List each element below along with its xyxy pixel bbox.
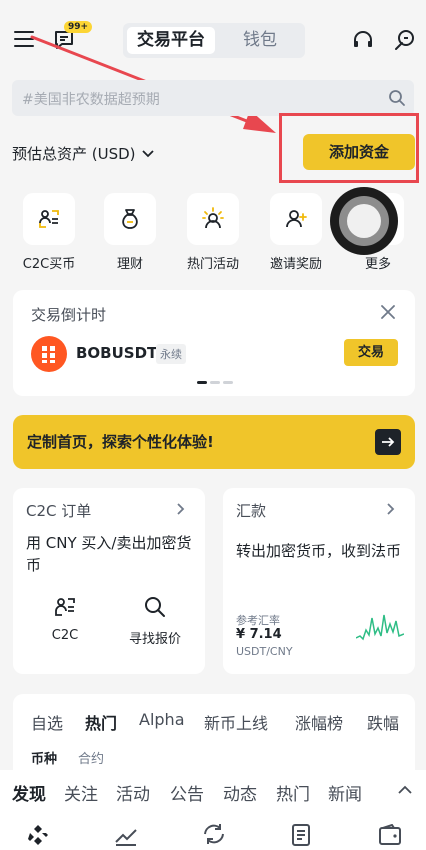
estimated-assets-label: 预估总资产 (USD) [12,145,136,163]
chevron-right-icon [177,503,185,515]
market-tab[interactable]: Alpha [139,710,185,729]
customize-banner[interactable]: 定制首页，探索个性化体验! [13,415,415,469]
search-bar[interactable]: #美国非农数据超预期 [12,80,414,116]
c2c-action-label: C2C [51,628,79,643]
trade-button[interactable]: 交易 [344,339,398,366]
market-tab[interactable]: 新币上线 [204,710,268,734]
arrow-right-icon[interactable] [375,429,401,455]
market-subtab-active[interactable]: 币种 [31,748,57,767]
close-icon[interactable] [381,305,395,319]
market-subtab[interactable]: 合约 [78,748,104,767]
c2c-icon [36,206,62,232]
symbol-name: BOBUSDT [76,344,158,362]
c2c-card-title: C2C 订单 [26,502,92,520]
banner-text: 定制首页，探索个性化体验! [27,433,214,451]
shortcut-invite[interactable]: 邀请奖励 [260,193,332,272]
feed-tab[interactable]: 公告 [170,780,204,805]
money-bag-icon [117,206,143,232]
countdown-title: 交易倒计时 [31,306,107,324]
rate-sparkline [356,614,404,641]
invite-user-icon [283,206,309,232]
search-icon [388,89,406,107]
feed-tab[interactable]: 动态 [223,780,257,805]
markets-chart-icon[interactable] [114,824,138,846]
shortcut-events[interactable]: 热门活动 [177,193,249,272]
rate-value: ¥ 7.14 [236,627,282,642]
c2c-action[interactable]: C2C [35,594,95,643]
floating-assistive-button[interactable] [330,187,398,255]
c2c-card-desc: 用 CNY 买入/卖出加密货币 [26,534,192,574]
find-quote-label: 寻找报价 [128,632,181,647]
feed-tab[interactable]: 关注 [64,780,98,805]
search-placeholder: #美国非农数据超预期 [22,92,160,108]
find-quote-action[interactable]: 寻找报价 [119,594,191,647]
chevron-up-icon[interactable] [398,785,412,794]
rate-label: 参考汇率 [236,614,280,627]
shortcut-c2c[interactable]: C2C买币 [13,193,85,272]
token-logo-icon [31,336,67,372]
feed-tab-active[interactable]: 发现 [12,780,46,805]
c2c-icon [52,594,78,620]
shortcut-label: 邀请奖励 [269,257,322,272]
wallet-icon[interactable] [378,824,402,846]
estimated-assets[interactable]: 预估总资产 (USD) [12,143,154,164]
rate-pair: USDT/CNY [236,645,293,658]
remittance-card[interactable]: 汇款 转出加密货币，收到法币 参考汇率 ¥ 7.14 USDT/CNY [223,488,415,674]
remit-card-title: 汇款 [236,502,267,520]
shortcut-label: 热门活动 [186,257,239,272]
pager-dots [197,381,233,384]
shortcut-label: 理财 [116,257,143,272]
shortcut-earn[interactable]: 理财 [94,193,166,272]
sparkle-person-icon [200,206,226,232]
feed-tab[interactable]: 活动 [116,780,150,805]
market-tab[interactable]: 自选 [31,710,63,734]
feed-tab[interactable]: 热门 [276,780,310,805]
bottom-panel: 发现 关注 活动 公告 动态 热门 新闻 [0,770,426,850]
home-diamond-icon[interactable] [27,824,49,846]
remit-card-desc: 转出加密货币，收到法币 [236,542,402,560]
shortcut-label: 更多 [364,257,391,272]
futures-doc-icon[interactable] [291,823,313,847]
c2c-order-card[interactable]: C2C 订单 用 CNY 买入/卖出加密货币 C2C 寻找报价 [13,488,205,674]
shortcut-label: C2C买币 [22,257,76,272]
perpetual-tag: 永续 [156,344,186,364]
market-tab-active[interactable]: 热门 [85,710,117,734]
annotation-box [279,113,419,183]
trade-swap-icon[interactable] [201,822,227,846]
chevron-right-icon [387,503,395,515]
market-tab[interactable]: 跌幅 [367,710,399,734]
search-icon [142,594,168,620]
chevron-down-icon [141,149,154,158]
feed-tab[interactable]: 新闻 [328,780,362,805]
market-tab[interactable]: 涨幅榜 [295,710,343,734]
